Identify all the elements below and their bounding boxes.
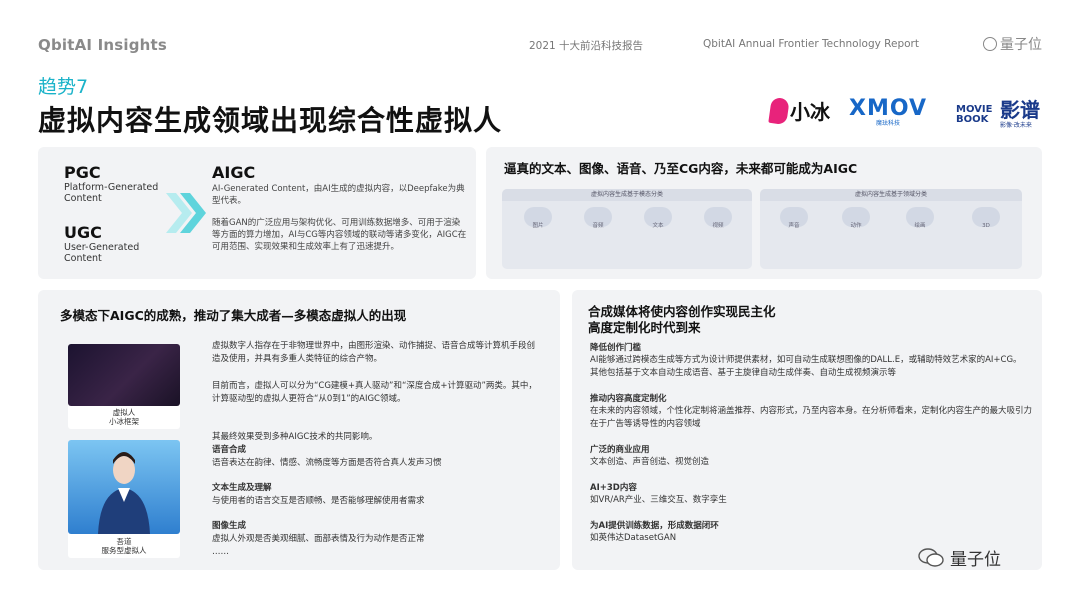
pgc-sub1: Platform-Generated	[64, 182, 159, 193]
qbitai-circle-icon	[983, 37, 997, 51]
modality-box-header: 虚拟内容生成基于模态分类	[502, 189, 752, 201]
wechat-icon	[918, 547, 944, 567]
multimodal-para-2: 目前而言，虚拟人可以分为“CG建模+真人驱动”和“深度合成+计算驱动”两类。其中…	[212, 381, 537, 404]
avatar-figure-icon	[98, 452, 150, 534]
report-title-en: QbitAI Annual Frontier Technology Report	[703, 38, 919, 50]
yingpu-logo-text: 影谱	[1000, 98, 1040, 122]
multimodal-text-2: 与使用者的语言交互是否顺畅、是否能够理解使用者需求	[212, 496, 425, 506]
brand-title: QbitAI Insights	[38, 36, 168, 54]
xiaobing-logo-text: 小冰	[790, 100, 830, 124]
xiaobing-framework-card: 虚拟人 小冰框架	[68, 344, 180, 429]
media-text-3: 文本创造、声音创造、视觉创造	[590, 457, 710, 467]
multimodal-para-3: 其最终效果受到多种AIGC技术的共同影响。	[212, 432, 378, 442]
domain-item-1: 声音	[788, 223, 800, 229]
pgc-label: PGC	[64, 163, 101, 182]
media-text-5: 如英伟达DatasetGAN	[590, 533, 677, 543]
service-avatar-image	[68, 440, 180, 534]
pic1-caption-2: 小冰框架	[109, 417, 139, 426]
report-title-cn: 2021 十大前沿科技报告	[529, 40, 644, 52]
domain-box-header: 虚拟内容生成基于领域分类	[760, 189, 1022, 201]
moviebook-logo: MOVIE BOOK 影谱 影像·改未来	[956, 100, 1040, 129]
synthetic-media-title-2: 高度定制化时代到来	[588, 320, 701, 335]
watermark-text: 量子位	[950, 550, 1001, 570]
pgc-sub2: Content	[64, 193, 102, 204]
wechat-watermark: 量子位	[918, 545, 1001, 570]
xiaobing-drop-icon	[768, 96, 790, 125]
synthetic-media-title-1: 合成媒体将使内容创作实现民主化	[588, 304, 776, 319]
xmov-logo: XMOV 魔珐科技	[849, 96, 927, 127]
multimodal-para-1: 虚拟数字人指存在于非物理世界中，由图形渲染、动作捕捉、语音合成等计算机手段创造及…	[212, 341, 536, 364]
aigc-desc-1: AI-Generated Content，由AI生成的虚拟内容，以Deepfak…	[212, 184, 465, 206]
page-title: 虚拟内容生成领域出现综合性虚拟人	[38, 104, 503, 137]
ugc-sub2: Content	[64, 253, 102, 264]
qbitai-logo-text: 量子位	[1000, 37, 1042, 53]
media-text-2: 在未来的内容领域，个性化定制将涵盖推荐、内容形式，乃至内容本身。在分析师看来，定…	[590, 406, 1033, 429]
aigc-label: AIGC	[212, 163, 256, 182]
domain-item-4: 3D	[982, 223, 990, 229]
synthetic-media-panel: 合成媒体将使内容创作实现民主化 高度定制化时代到来 降低创作门槛 AI能够通过跨…	[572, 290, 1042, 570]
multimodal-heading-1: 语音合成	[212, 445, 247, 455]
multimodal-panel: 多模态下AIGC的成熟，推动了集大成者—多模态虚拟人的出现 虚拟人 小冰框架 吾…	[38, 290, 560, 570]
generation-panel: 逼真的文本、图像、语音、乃至CG内容，未来都可能成为AIGC 虚拟内容生成基于模…	[486, 147, 1042, 279]
modality-item-4: 视频	[712, 223, 724, 229]
pic2-caption-1: 吾道	[116, 537, 132, 546]
domain-box: 虚拟内容生成基于领域分类 声音 动作 绘画 3D	[760, 189, 1022, 269]
multimodal-ellipsis: ……	[212, 547, 229, 557]
pic1-caption-1: 虚拟人	[112, 408, 136, 417]
moviebook-logo-text: MOVIE BOOK	[956, 103, 993, 125]
ugc-sub1: User-Generated	[64, 242, 140, 253]
media-text-1b: 其他包括基于文本自动生成语音、基于主旋律自动生成伴奏、自动生成视频演示等	[590, 368, 897, 378]
modality-item-2: 音频	[592, 223, 604, 229]
xiaobing-framework-image	[68, 344, 180, 406]
pic2-caption-2: 服务型虚拟人	[101, 546, 147, 555]
trend-label: 趋势7	[38, 76, 89, 98]
domain-item-2: 动作	[850, 223, 862, 229]
service-avatar-card: 吾道 服务型虚拟人	[68, 440, 180, 558]
modality-item-1: 图片	[532, 223, 544, 229]
aigc-definition-panel: PGC Platform-Generated Content UGC User-…	[38, 147, 476, 279]
generation-panel-title: 逼真的文本、图像、语音、乃至CG内容，未来都可能成为AIGC	[504, 161, 858, 176]
multimodal-heading-3: 图像生成	[212, 521, 247, 531]
aigc-desc-2: 随着GAN的广泛应用与架构优化、可用训练数据增多、可用于渲染等方面的算力增加，A…	[212, 218, 467, 252]
domain-item-3: 绘画	[914, 223, 926, 229]
multimodal-text-3: 虚拟人外观是否美观细腻、面部表情及行为动作是否正常	[212, 534, 425, 544]
xiaobing-logo: 小冰	[768, 96, 830, 125]
modality-item-3: 文本	[652, 223, 664, 229]
ugc-label: UGC	[64, 223, 102, 242]
media-text-4: 如VR/AR产业、三维交互、数字孪生	[590, 495, 727, 505]
multimodal-panel-title: 多模态下AIGC的成熟，推动了集大成者—多模态虚拟人的出现	[60, 308, 407, 323]
multimodal-heading-2: 文本生成及理解	[212, 483, 272, 493]
chevron-right-icon	[166, 193, 206, 233]
qbitai-logo: 量子位	[983, 34, 1042, 54]
modality-box: 虚拟内容生成基于模态分类 图片 音频 文本 视频	[502, 189, 752, 269]
multimodal-text-1: 语音表达在韵律、情感、流畅度等方面是否符合真人发声习惯	[212, 458, 442, 468]
media-text-1a: AI能够通过跨模态生成等方式为设计师提供素材，如可自动生成联想图像的DALL.E…	[590, 355, 1022, 365]
